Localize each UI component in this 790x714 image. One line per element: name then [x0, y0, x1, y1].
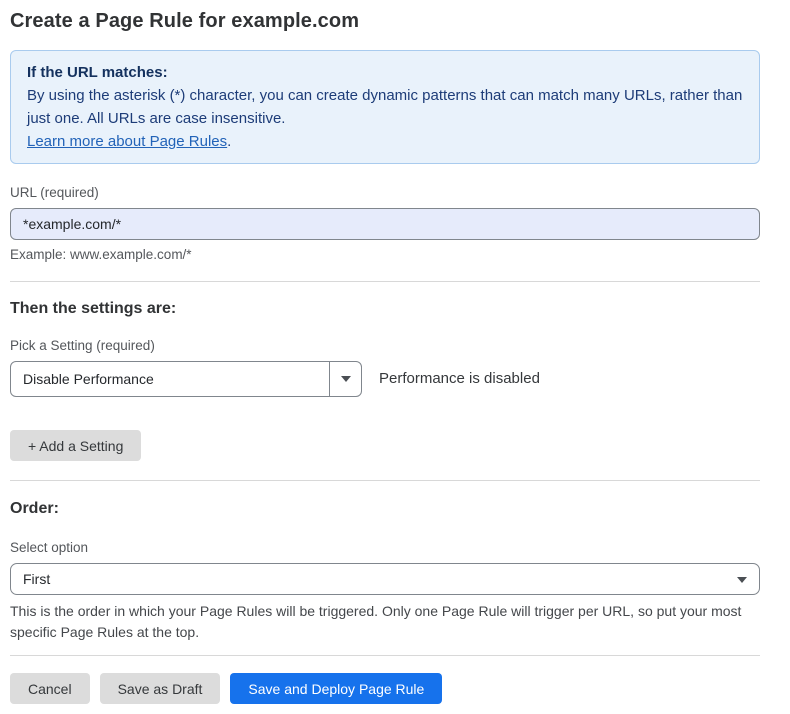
- order-helper-text: This is the order in which your Page Rul…: [10, 601, 760, 643]
- setting-select-arrow-cell[interactable]: [329, 362, 361, 396]
- divider-before-footer: [10, 655, 760, 656]
- order-select[interactable]: First: [10, 563, 760, 595]
- link-suffix-period: .: [227, 133, 231, 150]
- chevron-down-icon: [737, 577, 747, 583]
- setting-select[interactable]: Disable Performance: [10, 361, 362, 397]
- order-section-heading: Order:: [10, 500, 760, 518]
- setting-select-value: Disable Performance: [11, 371, 329, 387]
- url-input[interactable]: [10, 208, 760, 240]
- footer-actions: Cancel Save as Draft Save and Deploy Pag…: [10, 673, 760, 704]
- create-page-rule-panel: Create a Page Rule for example.com If th…: [0, 0, 760, 704]
- cancel-button[interactable]: Cancel: [10, 673, 90, 704]
- chevron-down-icon: [341, 376, 351, 382]
- page-title: Create a Page Rule for example.com: [10, 10, 760, 33]
- learn-more-page-rules-link[interactable]: Learn more about Page Rules: [27, 133, 227, 150]
- save-as-draft-button[interactable]: Save as Draft: [100, 673, 221, 704]
- divider-after-settings: [10, 480, 760, 481]
- url-field-label: URL (required): [10, 185, 760, 201]
- info-box-link-line: Learn more about Page Rules.: [27, 130, 743, 153]
- url-example-helper: Example: www.example.com/*: [10, 247, 760, 263]
- info-box-body: By using the asterisk (*) character, you…: [27, 84, 743, 130]
- divider-after-url: [10, 281, 760, 282]
- setting-status-text: Performance is disabled: [379, 370, 540, 387]
- url-match-info-box: If the URL matches: By using the asteris…: [10, 50, 760, 164]
- setting-row: Disable Performance Performance is disab…: [10, 361, 760, 397]
- info-box-heading: If the URL matches:: [27, 61, 743, 84]
- settings-section-heading: Then the settings are:: [10, 300, 760, 318]
- order-select-value: First: [11, 571, 759, 587]
- pick-setting-label: Pick a Setting (required): [10, 338, 760, 354]
- save-and-deploy-button[interactable]: Save and Deploy Page Rule: [230, 673, 442, 704]
- add-setting-button[interactable]: + Add a Setting: [10, 430, 141, 461]
- select-option-label: Select option: [10, 540, 760, 556]
